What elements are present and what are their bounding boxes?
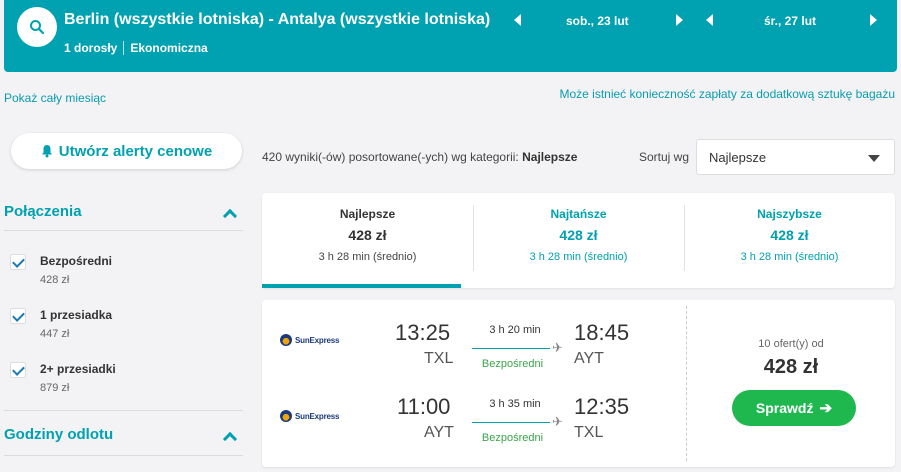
airline-logo: SunExpress — [280, 410, 339, 422]
next-return-date-icon[interactable] — [870, 14, 877, 26]
filter-price: 428 zł — [40, 274, 70, 286]
caret-down-icon — [868, 155, 880, 162]
flight-duration: 3 h 35 min — [489, 398, 541, 410]
divider — [4, 455, 243, 456]
tab-fastest[interactable]: Najszybsze 428 zł 3 h 28 min (średnio) — [684, 193, 895, 288]
alert-button-label: Utwórz alerty cenowe — [58, 142, 213, 160]
return-date[interactable]: śr., 27 lut — [764, 14, 816, 28]
connections-title[interactable]: Połączenia — [4, 203, 82, 220]
tab-price: 428 zł — [770, 227, 809, 243]
chevron-up-icon[interactable] — [222, 431, 238, 447]
tab-price: 428 zł — [348, 227, 387, 243]
results-count-text: 420 wyniki(-ów) posortowane(-ych) wg kat… — [262, 150, 523, 164]
plane-icon: ✈ — [552, 414, 563, 429]
search-icon — [30, 20, 45, 35]
results-category: Najlepsze — [522, 150, 578, 164]
tab-best[interactable]: Najlepsze 428 zł 3 h 28 min (średnio) — [262, 193, 473, 288]
divider — [4, 230, 243, 231]
outbound-leg: SunExpress 13:25 TXL 3 h 20 min ✈ Bezpoś… — [262, 314, 686, 384]
show-month-link[interactable]: Pokaż cały miesiąc — [4, 91, 106, 105]
checkbox-two-plus-stops[interactable] — [10, 362, 26, 378]
sort-tabs: Najlepsze 428 zł 3 h 28 min (średnio) Na… — [262, 193, 895, 288]
airline-name: SunExpress — [295, 335, 340, 345]
plane-icon: ✈ — [552, 340, 563, 355]
departure-time: 13:25 — [395, 320, 451, 345]
checkbox-direct[interactable] — [10, 254, 26, 270]
bell-icon — [41, 145, 52, 158]
create-price-alert-button[interactable]: Utwórz alerty cenowe — [11, 133, 242, 169]
results-count: 420 wyniki(-ów) posortowane(-ych) wg kat… — [262, 150, 577, 164]
chevron-up-icon[interactable] — [222, 208, 238, 224]
sun-icon — [280, 334, 292, 346]
tab-title: Najlepsze — [339, 207, 396, 221]
tab-duration: 3 h 28 min (średnio) — [740, 251, 839, 263]
flight-price: 428 zł — [763, 356, 819, 378]
filter-price: 879 zł — [40, 382, 70, 394]
search-header: Berlin (wszystkie lotniska) - Antalya (w… — [4, 0, 897, 72]
arrival-time: 18:45 — [574, 320, 630, 345]
sort-selected-value: Najlepsze — [709, 150, 767, 165]
tab-title: Najtańsze — [550, 207, 607, 221]
sort-select[interactable]: Najlepsze — [696, 139, 895, 175]
route-line — [472, 348, 550, 349]
traveller-summary[interactable]: 1 dorosły Ekonomiczna — [64, 41, 208, 55]
arrival-airport: AYT — [574, 350, 604, 367]
active-tab-indicator — [262, 284, 461, 288]
departure-airport: TXL — [424, 350, 454, 367]
arrival-airport: TXL — [574, 424, 604, 441]
filter-price: 447 zł — [40, 328, 70, 340]
sort-label: Sortuj wg — [639, 150, 690, 164]
cabin-label: Ekonomiczna — [130, 41, 208, 55]
passengers-label: 1 dorosły — [64, 41, 118, 55]
departure-times-title[interactable]: Godziny odlotu — [4, 426, 113, 443]
route-line — [472, 422, 550, 423]
route-title[interactable]: Berlin (wszystkie lotniska) - Antalya (w… — [64, 11, 490, 29]
stops-label: Bezpośredni — [481, 358, 544, 370]
stops-label: Bezpośredni — [481, 432, 544, 444]
flight-result-card[interactable]: SunExpress 13:25 TXL 3 h 20 min ✈ Bezpoś… — [262, 300, 895, 467]
filter-label: 2+ przesiadki — [40, 362, 116, 376]
return-leg: SunExpress 11:00 AYT 3 h 35 min ✈ Bezpoś… — [262, 390, 686, 460]
divider — [686, 306, 687, 461]
departure-time: 11:00 — [397, 394, 451, 419]
checkbox-one-stop[interactable] — [10, 308, 26, 324]
divider — [123, 41, 125, 55]
arrow-right-icon: ➔ — [819, 400, 833, 417]
divider — [4, 410, 243, 411]
tab-title: Najszybsze — [757, 207, 822, 221]
search-button[interactable] — [17, 7, 57, 47]
departure-airport: AYT — [424, 424, 454, 441]
check-button-label: Sprawdź — [755, 400, 814, 416]
sun-icon — [280, 410, 292, 422]
tab-duration: 3 h 28 min (średnio) — [529, 251, 628, 263]
flight-duration: 3 h 20 min — [489, 324, 541, 336]
check-offer-button[interactable]: Sprawdź ➔ — [732, 390, 856, 426]
prev-depart-date-icon[interactable] — [514, 14, 521, 26]
next-depart-date-icon[interactable] — [676, 14, 683, 26]
airline-logo: SunExpress — [280, 334, 339, 346]
prev-return-date-icon[interactable] — [706, 14, 713, 26]
baggage-note-link[interactable]: Może istnieć konieczność zapłaty za doda… — [559, 87, 895, 101]
depart-date[interactable]: sob., 23 lut — [566, 14, 629, 28]
tab-cheapest[interactable]: Najtańsze 428 zł 3 h 28 min (średnio) — [473, 193, 684, 288]
filter-label: 1 przesiadka — [40, 308, 113, 322]
airline-name: SunExpress — [295, 411, 340, 421]
tab-price: 428 zł — [559, 227, 598, 243]
filter-label: Bezpośredni — [40, 254, 113, 268]
offers-count: 10 ofert(y) od — [758, 338, 824, 350]
tab-duration: 3 h 28 min (średnio) — [318, 251, 417, 263]
arrival-time: 12:35 — [574, 394, 630, 419]
